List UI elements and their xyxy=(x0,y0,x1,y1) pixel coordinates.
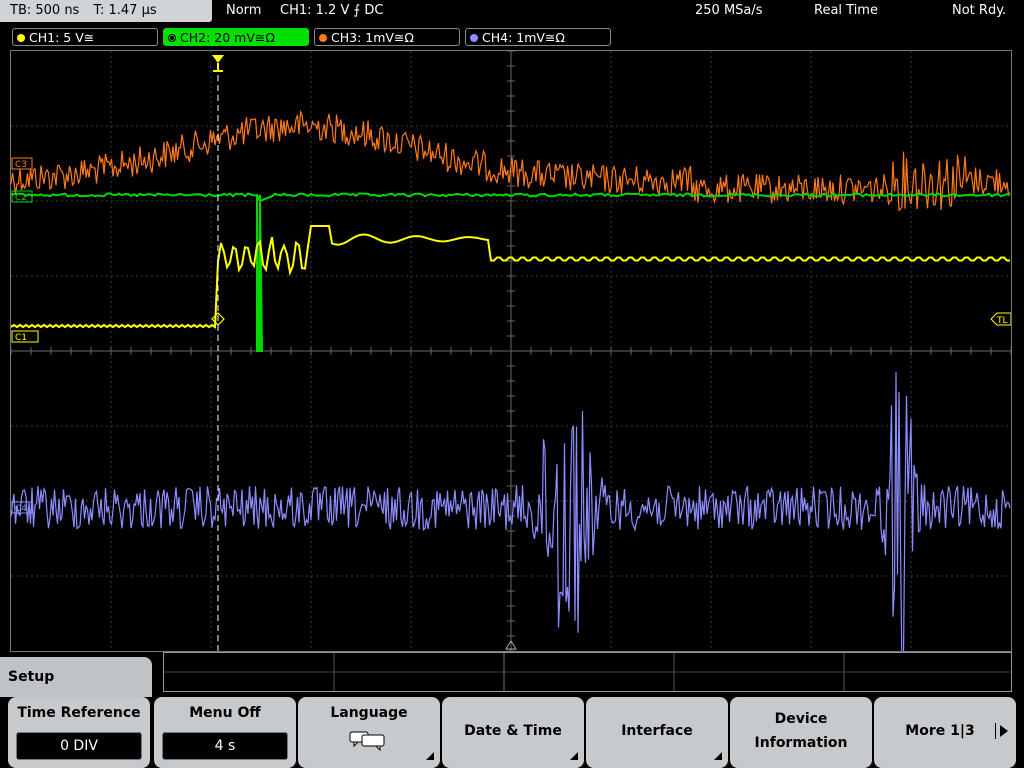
ch2-label: CH2: 20 mV≅Ω xyxy=(180,30,275,45)
more-divider xyxy=(995,723,996,739)
language-button[interactable]: Language xyxy=(298,697,440,768)
interface-button[interactable]: Interface xyxy=(586,697,728,768)
trigger-setting[interactable]: CH1: 1.2 V ⨍ DC xyxy=(280,0,383,22)
ch3-marker-label: C3 xyxy=(15,160,27,170)
ch3-marker[interactable]: C3 xyxy=(11,157,33,170)
time-reference-button[interactable]: Time Reference 0 DIV xyxy=(8,697,150,768)
waveform-canvas[interactable]: C3 C2 C1 C4 TL xyxy=(11,51,1011,651)
timebase-box[interactable]: TB: 500 ns T: 1.47 µs xyxy=(0,0,212,22)
submenu-corner-icon xyxy=(714,752,722,760)
next-page-arrow-icon xyxy=(1000,725,1008,737)
time-reference-value[interactable]: 0 DIV xyxy=(16,732,142,760)
submenu-corner-icon xyxy=(570,752,578,760)
overview-graticule xyxy=(164,653,1011,691)
ch3-color-dot xyxy=(319,34,327,42)
interface-label: Interface xyxy=(621,723,693,739)
menu-off-value[interactable]: 4 s xyxy=(162,732,288,760)
time-reference-label: Time Reference xyxy=(17,705,141,721)
device-information-label-1: Device xyxy=(774,711,828,727)
channel-tab-ch2[interactable]: CH2: 20 mV≅Ω xyxy=(163,28,309,46)
ch2-marker-label: C2 xyxy=(15,193,27,203)
waveform-display[interactable]: C3 C2 C1 C4 TL xyxy=(10,50,1012,652)
speech-bubbles-icon xyxy=(349,731,385,751)
trigger-mode[interactable]: Norm xyxy=(226,0,261,22)
ch2-color-dot xyxy=(168,34,176,42)
date-time-label: Date & Time xyxy=(464,723,562,739)
ch3-label: CH3: 1mV≅Ω xyxy=(331,30,414,45)
graticule xyxy=(11,51,1011,651)
channel-tab-ch1[interactable]: CH1: 5 V≅ xyxy=(12,28,158,46)
ch1-marker-label: C1 xyxy=(15,333,27,343)
trigger-position-marker[interactable] xyxy=(212,55,224,72)
ch4-color-dot xyxy=(470,34,478,42)
ch2-marker[interactable]: C2 xyxy=(11,190,33,203)
ch1-marker[interactable]: C1 xyxy=(11,330,39,343)
ch4-label: CH4: 1mV≅Ω xyxy=(482,30,565,45)
date-time-button[interactable]: Date & Time xyxy=(442,697,584,768)
menu-off-label: Menu Off xyxy=(189,705,261,721)
submenu-corner-icon xyxy=(426,752,434,760)
menu-off-button[interactable]: Menu Off 4 s xyxy=(154,697,296,768)
acquisition-mode: Real Time xyxy=(814,3,878,18)
ch4-marker-label: C4 xyxy=(15,504,27,514)
trigger-level-label: TL xyxy=(996,316,1008,326)
trigger-time-readout: T: 1.47 µs xyxy=(93,3,157,18)
overview-strip[interactable] xyxy=(163,652,1012,692)
acquisition-state: Not Rdy. xyxy=(952,3,1007,18)
sample-rate: 250 MSa/s xyxy=(695,3,763,18)
status-bar: TB: 500 ns T: 1.47 µs Norm CH1: 1.2 V ⨍ … xyxy=(0,0,1024,24)
menu-title-tab: Setup xyxy=(0,657,152,697)
menu-title: Setup xyxy=(8,669,55,685)
ch1-color-dot xyxy=(17,34,25,42)
language-label: Language xyxy=(330,705,408,721)
channel-tab-ch4[interactable]: CH4: 1mV≅Ω xyxy=(465,28,611,46)
more-button[interactable]: More 1|3 xyxy=(874,697,1016,768)
device-information-label-2: Information xyxy=(754,735,848,751)
ch1-label: CH1: 5 V≅ xyxy=(29,30,95,45)
trigger-level-marker[interactable]: TL xyxy=(990,312,1011,326)
channel-tab-ch3[interactable]: CH3: 1mV≅Ω xyxy=(314,28,460,46)
timebase-readout: TB: 500 ns xyxy=(10,3,80,18)
device-information-button[interactable]: Device Information xyxy=(730,697,872,768)
